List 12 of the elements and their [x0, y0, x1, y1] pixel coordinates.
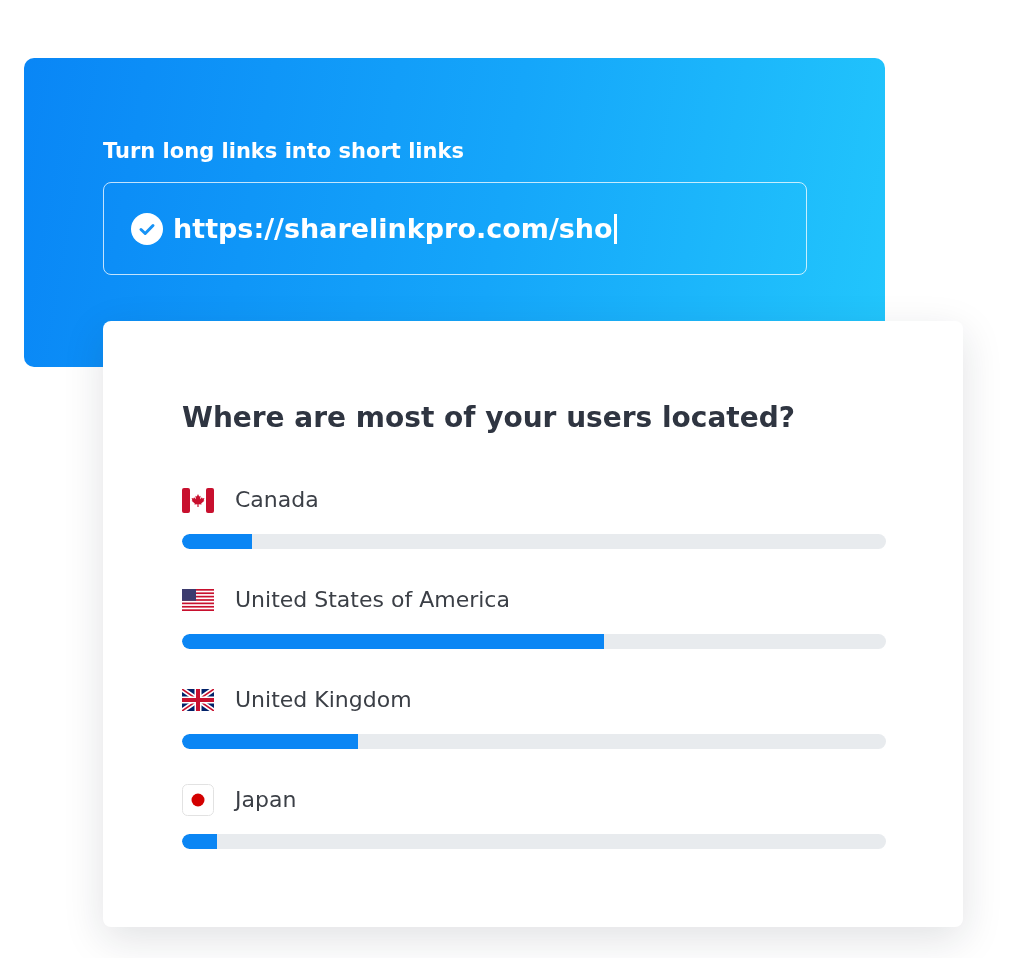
uk-flag-icon — [182, 689, 214, 711]
usa-flag-icon — [182, 589, 214, 611]
country-name: United States of America — [235, 586, 510, 614]
country-name: Japan — [235, 786, 297, 814]
japan-flag-icon — [182, 784, 214, 816]
url-input-field[interactable]: https://sharelinkpro.com/sho — [103, 182, 807, 275]
country-name: Canada — [235, 486, 319, 514]
url-text: https://sharelinkpro.com/sho — [173, 211, 613, 246]
hero-heading: Turn long links into short links — [103, 138, 464, 164]
canada-flag-icon — [182, 487, 214, 513]
country-name: United Kingdom — [235, 686, 412, 714]
card-title: Where are most of your users located? — [182, 401, 795, 435]
